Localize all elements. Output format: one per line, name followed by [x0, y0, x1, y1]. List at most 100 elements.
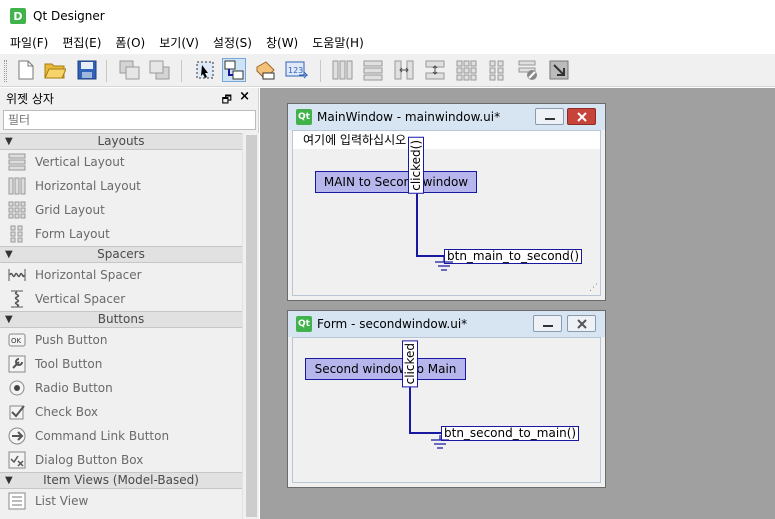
close-button[interactable]	[567, 315, 596, 332]
edit-buddies-icon[interactable]	[253, 58, 277, 82]
widget-item-command-link-button[interactable]: Command Link Button	[0, 424, 242, 448]
form-title: MainWindow - mainwindow.ui*	[317, 110, 501, 124]
widget-label: Command Link Button	[35, 429, 170, 443]
layout-vertical-icon[interactable]	[361, 58, 385, 82]
bring-to-front-icon[interactable]	[148, 58, 172, 82]
close-panel-icon[interactable]: ×	[239, 89, 250, 104]
layout-vertical-splitter-icon[interactable]	[423, 58, 447, 82]
widget-label: List View	[35, 494, 89, 508]
edit-widgets-icon[interactable]	[193, 58, 217, 82]
open-folder-icon[interactable]	[43, 58, 67, 82]
chevron-down-icon: ▼	[5, 249, 13, 260]
chevron-down-icon: ▼	[5, 136, 13, 147]
toolbar-grip[interactable]	[4, 60, 7, 82]
widget-label: Tool Button	[35, 357, 103, 371]
form-window-mainwindow[interactable]: Qt MainWindow - mainwindow.ui* 여기에 입력하십시…	[287, 103, 606, 301]
widget-item-check-box[interactable]: Check Box	[0, 400, 242, 424]
widget-box-panel: 위젯 상자 🗗 × ▼ Layouts Vertical Layout Horiz…	[0, 88, 259, 519]
edit-signals-slots-icon[interactable]	[222, 58, 246, 82]
layout-horizontal-splitter-icon[interactable]	[392, 58, 416, 82]
widget-item-push-button[interactable]: OK Push Button	[0, 328, 242, 352]
widget-box-scrollbar[interactable]	[242, 133, 259, 519]
category-label: Item Views (Model-Based)	[43, 473, 199, 487]
widget-item-list-view[interactable]: List View	[0, 489, 242, 513]
layout-grid-icon[interactable]	[454, 58, 478, 82]
mdi-area: Qt MainWindow - mainwindow.ui* 여기에 입력하십시…	[260, 88, 775, 519]
form-canvas[interactable]: 여기에 입력하십시오 MAIN to Second window clicked…	[292, 130, 601, 296]
vertical-spacer-icon	[8, 290, 26, 308]
signal-label[interactable]: clicked	[402, 340, 418, 388]
main-to-second-button[interactable]: MAIN to Second window	[315, 171, 477, 193]
widget-item-tool-button[interactable]: Tool Button	[0, 352, 242, 376]
signal-label[interactable]: clicked()	[408, 137, 424, 194]
widget-label: Check Box	[35, 405, 99, 419]
widget-box-title: 위젯 상자	[6, 91, 54, 106]
category-item-views[interactable]: ▼ Item Views (Model-Based)	[0, 472, 242, 489]
new-file-icon[interactable]	[14, 58, 38, 82]
menu-window[interactable]: 창(W)	[259, 32, 305, 54]
category-label: Buttons	[97, 312, 145, 326]
widget-item-vertical-spacer[interactable]: Vertical Spacer	[0, 287, 242, 311]
dialog-button-box-icon	[8, 451, 26, 469]
widget-item-form-layout[interactable]: Form Layout	[0, 222, 242, 246]
category-label: Layouts	[97, 134, 145, 148]
widget-label: Horizontal Spacer	[35, 268, 142, 282]
svg-text:123: 123	[288, 66, 303, 75]
tool-button-icon	[8, 355, 26, 373]
qt-icon: Qt	[296, 316, 312, 332]
widget-label: Radio Button	[35, 381, 113, 395]
menu-help[interactable]: 도움말(H)	[305, 32, 371, 54]
adjust-size-icon[interactable]	[547, 58, 571, 82]
break-layout-icon[interactable]	[516, 58, 540, 82]
slot-label[interactable]: btn_second_to_main()	[441, 426, 580, 441]
float-panel-icon[interactable]: 🗗	[222, 91, 232, 110]
menubar: 파일(F) 편집(E) 폼(O) 보기(V) 설정(S) 창(W) 도움말(H)	[0, 32, 775, 54]
send-to-back-icon[interactable]	[118, 58, 142, 82]
svg-text:OK: OK	[11, 337, 22, 345]
slot-label[interactable]: btn_main_to_second()	[444, 249, 583, 264]
radio-button-icon	[8, 379, 26, 397]
resize-grip-icon[interactable]: ⋰	[589, 283, 598, 293]
category-buttons[interactable]: ▼ Buttons	[0, 311, 242, 328]
app-titlebar: D Qt Designer	[0, 0, 775, 32]
menu-view[interactable]: 보기(V)	[152, 32, 206, 54]
save-icon[interactable]	[75, 58, 99, 82]
menu-settings[interactable]: 설정(S)	[206, 32, 259, 54]
close-button[interactable]	[567, 108, 596, 125]
scrollbar-thumb[interactable]	[246, 135, 257, 517]
form-title: Form - secondwindow.ui*	[317, 317, 468, 331]
minimize-button[interactable]	[535, 108, 564, 125]
widget-item-vertical-layout[interactable]: Vertical Layout	[0, 150, 242, 174]
toolbar-separator	[106, 60, 107, 82]
layout-form-icon[interactable]	[485, 58, 509, 82]
menu-edit[interactable]: 편집(E)	[55, 32, 108, 54]
minimize-button[interactable]	[533, 315, 562, 332]
edit-tab-order-icon[interactable]: 123	[285, 58, 309, 82]
menu-form[interactable]: 폼(O)	[108, 32, 152, 54]
form-titlebar[interactable]: Qt MainWindow - mainwindow.ui*	[288, 104, 605, 130]
layout-horizontal-icon[interactable]	[330, 58, 354, 82]
widget-label: Vertical Layout	[35, 155, 125, 169]
form-window-second[interactable]: Qt Form - secondwindow.ui* Second window…	[287, 310, 606, 488]
form-titlebar[interactable]: Qt Form - secondwindow.ui*	[288, 311, 605, 337]
grid-layout-icon	[8, 201, 26, 219]
form-menubar-placeholder[interactable]: 여기에 입력하십시오	[293, 131, 600, 149]
widget-label: Dialog Button Box	[35, 453, 144, 467]
widget-item-horizontal-spacer[interactable]: Horizontal Spacer	[0, 263, 242, 287]
category-spacers[interactable]: ▼ Spacers	[0, 246, 242, 263]
second-to-main-button[interactable]: Second window to Main	[305, 358, 466, 380]
form-canvas[interactable]: Second window to Main clicked btn_second…	[292, 337, 601, 483]
category-label: Spacers	[97, 247, 145, 261]
widget-label: Push Button	[35, 333, 108, 347]
widget-filter-input[interactable]	[3, 110, 256, 130]
menu-file[interactable]: 파일(F)	[3, 32, 55, 54]
widget-item-grid-layout[interactable]: Grid Layout	[0, 198, 242, 222]
ground-icon	[435, 257, 453, 271]
category-layouts[interactable]: ▼ Layouts	[0, 133, 242, 150]
horizontal-spacer-icon	[8, 266, 26, 284]
widget-label: Vertical Spacer	[35, 292, 126, 306]
widget-item-horizontal-layout[interactable]: Horizontal Layout	[0, 174, 242, 198]
widget-item-radio-button[interactable]: Radio Button	[0, 376, 242, 400]
widget-item-dialog-button-box[interactable]: Dialog Button Box	[0, 448, 242, 472]
toolbar-separator	[181, 60, 182, 82]
